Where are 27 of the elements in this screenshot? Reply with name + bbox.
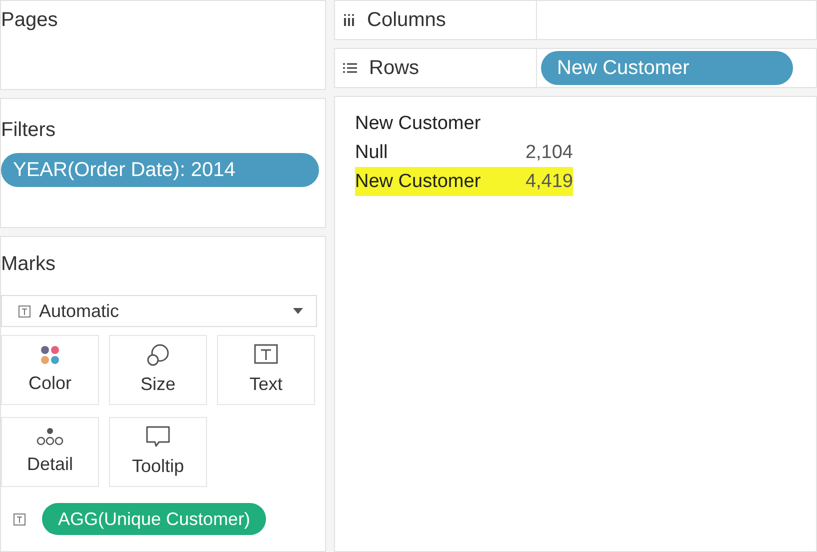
mark-type-dropdown[interactable]: Automatic	[1, 295, 317, 327]
rows-icon	[343, 62, 357, 74]
caret-icon	[292, 307, 304, 315]
shelf-label: Rows	[369, 56, 420, 81]
dropdown-value: Automatic	[39, 300, 120, 322]
marks-card-button[interactable]: Size	[109, 335, 207, 405]
panel-title: Filters	[1, 118, 56, 143]
text-icon	[13, 512, 26, 526]
color-dots-icon	[39, 344, 61, 366]
row-label: New Customer	[355, 170, 482, 194]
row-value: 4,419	[525, 170, 573, 194]
column-header: New Customer	[355, 112, 482, 136]
speech-bubble-icon	[145, 424, 171, 448]
marks-card-button[interactable]: Text	[217, 335, 315, 405]
dots-icon	[36, 426, 64, 446]
columns-icon	[343, 14, 355, 26]
marks-card-button[interactable]: Tooltip	[109, 417, 207, 487]
marks-card-button[interactable]: Color	[1, 335, 99, 405]
marks-card-button[interactable]: Detail	[1, 417, 99, 487]
circles-icon	[146, 342, 170, 366]
panel-title: Pages	[1, 8, 59, 33]
text-box-icon	[253, 342, 279, 366]
shelf-label: Columns	[367, 8, 446, 33]
panel-title: Marks	[1, 252, 56, 277]
row-value: 2,104	[525, 141, 573, 165]
text-icon	[18, 304, 31, 318]
row-label: Null	[355, 141, 389, 165]
